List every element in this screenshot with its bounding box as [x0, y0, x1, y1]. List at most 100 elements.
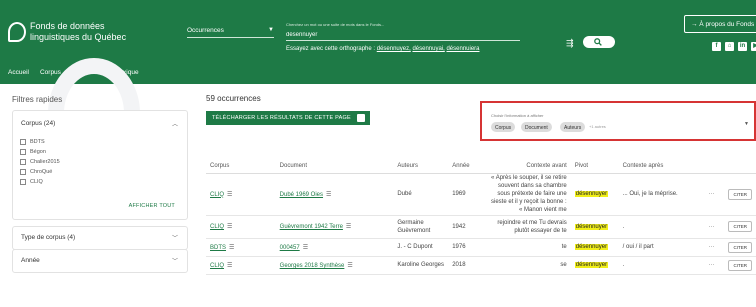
corpus-link[interactable]: CLIQ: [210, 192, 224, 198]
pivot-word: désennuyer: [574, 262, 609, 269]
context-after-cell: .: [618, 215, 705, 239]
corpus-checkbox[interactable]: Chalier2015: [13, 157, 187, 167]
cite-button[interactable]: CITER: [728, 221, 752, 233]
pivot-word: désennuyer: [574, 191, 609, 197]
corpus-checkbox[interactable]: CLIQ: [13, 177, 187, 187]
context-before-cell: te: [482, 238, 571, 257]
filter-panel-type: Type de corpus (4) ﹀: [12, 226, 188, 250]
suggest-prefix: Essayez avec cette orthographe :: [286, 46, 376, 52]
menu-icon[interactable]: ☰: [303, 245, 308, 251]
nav-corpus[interactable]: Corpus: [40, 69, 61, 76]
col-contexte-avant[interactable]: Contexte avant: [482, 160, 571, 174]
linkedin-icon[interactable]: in: [738, 42, 747, 51]
show-all-button[interactable]: AFFICHER TOUT: [129, 203, 175, 209]
context-before-cell: rejoindre et me Tu devrais plutôt essaye…: [482, 215, 571, 239]
search-type-value: Occurrences: [187, 27, 224, 34]
logo-line-2: linguistiques du Québec: [30, 32, 127, 42]
table-row: BDTS ☰ 000457 ☰ J. - C Dupont 1976 te dése…: [206, 238, 756, 257]
col-auteurs[interactable]: Auteurs: [393, 160, 449, 174]
filter-panel-header[interactable]: Corpus (24) ︿: [13, 111, 187, 137]
col-annee[interactable]: Année: [448, 160, 483, 174]
site-logo-text[interactable]: Fonds de données linguistiques du Québec: [30, 21, 126, 43]
nav-accueil[interactable]: Accueil: [8, 69, 29, 76]
corpus-checkbox[interactable]: ChroQué: [13, 167, 187, 177]
table-row: CLIQ ☰ Dubé 1969 Oies ☰ Dubé 1969 « Après …: [206, 173, 756, 216]
search-input[interactable]: [286, 29, 520, 41]
chevron-down-icon: ﹀: [171, 236, 178, 242]
download-results-button[interactable]: TÉLÉCHARGER LES RÉSULTATS DE CETTE PAGE: [206, 111, 370, 125]
facebook-icon[interactable]: f: [712, 42, 721, 51]
corpus-checkbox[interactable]: Bégon: [13, 147, 187, 157]
chip-corpus[interactable]: Corpus: [491, 122, 516, 132]
document-link[interactable]: 000457: [280, 245, 300, 251]
author-cell: J. - C Dupont: [393, 238, 449, 257]
checkbox[interactable]: [20, 159, 26, 165]
col-document[interactable]: Document: [275, 160, 394, 174]
checkbox[interactable]: [20, 139, 26, 145]
cite-button[interactable]: CITER: [728, 259, 752, 271]
sidebar-title: Filtres rapides: [12, 95, 63, 104]
filter-settings-icon[interactable]: ⇶: [566, 38, 574, 49]
document-link[interactable]: Dubé 1969 Oies: [280, 192, 323, 198]
corpus-link[interactable]: CLIQ: [210, 263, 224, 269]
menu-icon[interactable]: ☰: [326, 192, 331, 198]
youtube-icon[interactable]: ▶: [751, 42, 756, 51]
chip-document[interactable]: Document: [521, 122, 552, 132]
checkbox-label: ChroQué: [30, 169, 53, 175]
display-columns-select[interactable]: Choisir l'information à afficher Corpus …: [480, 101, 756, 141]
download-label: TÉLÉCHARGER LES RÉSULTATS DE CETTE PAGE: [212, 115, 351, 121]
home-icon[interactable]: ⌂: [725, 42, 734, 51]
col-corpus[interactable]: Corpus: [206, 160, 276, 174]
suggestion-link[interactable]: désennuyai,: [412, 46, 444, 52]
checkbox[interactable]: [20, 169, 26, 175]
menu-icon[interactable]: ☰: [229, 245, 234, 251]
col-actions: [704, 160, 725, 174]
menu-icon[interactable]: ☰: [227, 192, 232, 198]
checkbox-label: Bégon: [30, 149, 46, 155]
year-cell: 1976: [448, 238, 483, 257]
select-label: Choisir l'information à afficher: [491, 113, 544, 118]
menu-icon[interactable]: ☰: [227, 263, 232, 269]
menu-icon[interactable]: ☰: [346, 224, 351, 230]
more-options-icon[interactable]: ···: [708, 191, 714, 197]
corpus-link[interactable]: CLIQ: [210, 224, 224, 230]
filter-panel-header[interactable]: Type de corpus (4) ﹀: [13, 227, 187, 249]
checkbox-label: Chalier2015: [30, 159, 60, 165]
search-type-select[interactable]: Occurrences ▼: [187, 27, 274, 38]
more-count: +1 autres: [589, 124, 606, 129]
chevron-down-icon: ﹀: [171, 259, 178, 265]
col-contexte-apres[interactable]: Contexte après: [618, 160, 705, 174]
checkbox[interactable]: [20, 149, 26, 155]
search-hint: Cherchez un mot ou une suite de mots dan…: [286, 22, 385, 27]
corpus-link[interactable]: BDTS: [210, 245, 226, 251]
caret-down-icon: ▼: [744, 121, 749, 127]
menu-icon[interactable]: ☰: [347, 263, 352, 269]
document-link[interactable]: Guèvremont 1942 Terre: [280, 224, 343, 230]
corpus-checkbox[interactable]: BDTS: [13, 137, 187, 147]
search-button[interactable]: [583, 36, 615, 48]
document-link[interactable]: Georges 2018 Synthèse: [280, 263, 345, 269]
filter-panel-title: Corpus (24): [21, 120, 56, 127]
menu-icon[interactable]: ☰: [227, 224, 232, 230]
logo-icon[interactable]: [8, 22, 26, 42]
suggestion-link[interactable]: désennuyez,: [377, 46, 411, 52]
cite-button[interactable]: CITER: [728, 241, 752, 253]
filter-panel-title: Type de corpus (4): [21, 234, 76, 241]
cite-button[interactable]: CITER: [728, 188, 752, 200]
pivot-word: désennuyer: [574, 244, 609, 251]
spelling-suggestions: Essayez avec cette orthographe : désennu…: [286, 46, 480, 52]
results-count: 59 occurrences: [206, 94, 261, 103]
chip-auteurs[interactable]: Auteurs: [560, 122, 586, 132]
filter-panel-header[interactable]: Année ﹀: [13, 250, 187, 272]
chevron-down-icon: ▼: [268, 27, 274, 33]
more-options-icon[interactable]: ···: [708, 244, 714, 250]
col-pivot[interactable]: Pivot: [570, 160, 619, 174]
more-options-icon[interactable]: ···: [708, 224, 714, 230]
about-button[interactable]: → À propos du Fonds: [684, 15, 756, 33]
context-after-cell: .: [618, 256, 705, 275]
table-row: CLIQ ☰ Georges 2018 Synthèse ☰ Karoline Ge…: [206, 256, 756, 275]
suggestion-link[interactable]: désennuiera: [446, 46, 479, 52]
more-options-icon[interactable]: ···: [708, 262, 714, 268]
checkbox[interactable]: [20, 179, 26, 185]
filter-panel-title: Année: [21, 257, 40, 264]
